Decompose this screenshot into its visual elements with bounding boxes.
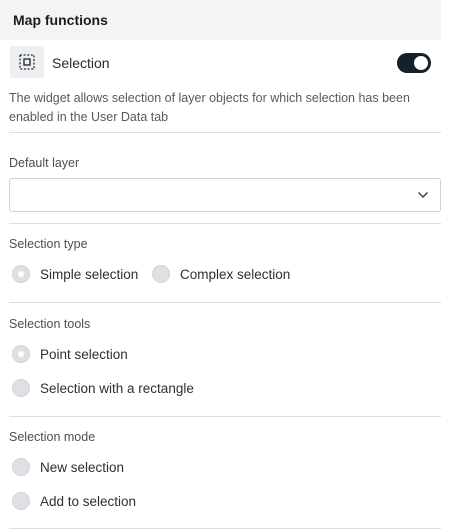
radio-circle [12, 492, 30, 510]
radio-circle [12, 265, 30, 283]
divider [9, 223, 441, 224]
default-layer-select[interactable] [9, 178, 441, 212]
toggle-knob [414, 56, 428, 70]
chevron-down-icon [417, 191, 429, 199]
divider [9, 132, 441, 133]
radio-add-to-selection[interactable]: Add to selection [12, 492, 136, 510]
radio-circle [12, 379, 30, 397]
default-layer-label: Default layer [9, 156, 80, 170]
selection-icon [10, 46, 44, 78]
selection-type-label: Selection type [9, 237, 88, 251]
selection-tools-label: Selection tools [9, 317, 91, 331]
divider [9, 302, 441, 303]
divider [9, 528, 441, 529]
panel-header: Map functions [0, 0, 441, 40]
radio-label: New selection [40, 459, 125, 475]
function-row-selection: Selection [0, 44, 441, 80]
radio-label: Complex selection [180, 266, 291, 282]
function-description: The widget allows selection of layer obj… [9, 91, 410, 124]
radio-simple-selection[interactable]: Simple selection [12, 265, 138, 283]
selection-mode-label: Selection mode [9, 430, 96, 444]
radio-circle [152, 265, 170, 283]
radio-label: Point selection [40, 346, 128, 362]
panel-title: Map functions [13, 12, 108, 28]
radio-label: Simple selection [40, 266, 139, 282]
radio-label: Add to selection [40, 493, 137, 509]
radio-rectangle-selection[interactable]: Selection with a rectangle [12, 379, 194, 397]
function-label: Selection [52, 55, 110, 71]
radio-new-selection[interactable]: New selection [12, 458, 124, 476]
divider [9, 416, 441, 417]
radio-label: Selection with a rectangle [40, 380, 194, 396]
radio-circle [12, 345, 30, 363]
radio-circle [12, 458, 30, 476]
radio-point-selection[interactable]: Point selection [12, 345, 128, 363]
selection-toggle[interactable] [397, 53, 431, 73]
radio-complex-selection[interactable]: Complex selection [152, 265, 290, 283]
